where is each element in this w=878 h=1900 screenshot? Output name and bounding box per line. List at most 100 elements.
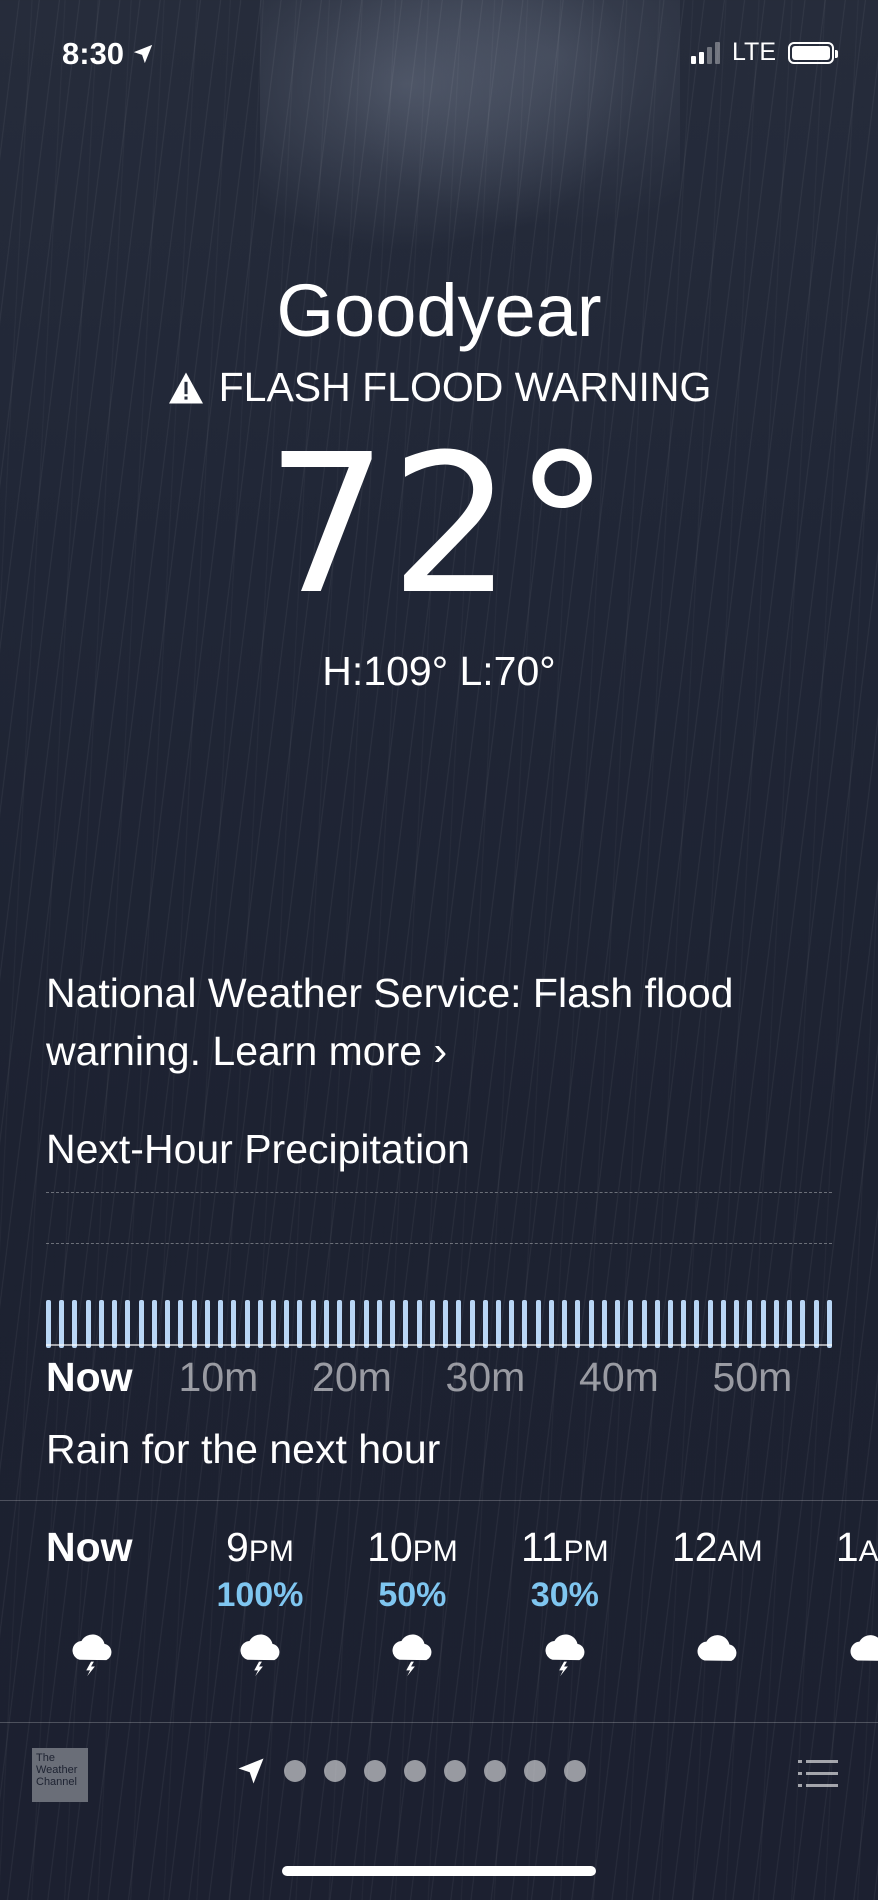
- signal-icon: [691, 41, 720, 64]
- precip-bar: [800, 1300, 806, 1348]
- page-indicator[interactable]: [236, 1756, 586, 1786]
- hour-time-suffix: PM: [563, 1535, 609, 1568]
- precip-bar: [747, 1300, 753, 1348]
- hour-time-value: 9: [226, 1524, 249, 1570]
- precip-bar: [270, 1300, 276, 1348]
- precip-bar: [760, 1300, 766, 1348]
- nws-notice[interactable]: National Weather Service: Flash flood wa…: [46, 964, 846, 1080]
- weather-channel-logo-text: The Weather Channel: [36, 1752, 78, 1788]
- precip-bar: [191, 1300, 197, 1348]
- precip-bar: [601, 1300, 607, 1348]
- precip-bar: [628, 1300, 634, 1348]
- page-dot[interactable]: [404, 1760, 426, 1782]
- precip-bar: [178, 1300, 184, 1348]
- hour-item: 12AM: [641, 1524, 793, 1690]
- precip-bar: [787, 1300, 793, 1348]
- status-indicators: LTE: [691, 38, 838, 67]
- precip-bar: [456, 1300, 462, 1348]
- precip-bar: [826, 1300, 832, 1348]
- precip-baseline: [46, 1344, 832, 1346]
- precip-bar: [694, 1300, 700, 1348]
- precip-bar: [350, 1300, 356, 1348]
- precip-bar: [112, 1300, 118, 1348]
- precip-bar: [535, 1300, 541, 1348]
- precip-bar: [125, 1300, 131, 1348]
- precip-bar: [522, 1300, 528, 1348]
- hour-time-suffix: PM: [412, 1535, 458, 1568]
- precip-bar: [469, 1300, 475, 1348]
- precip-gridline: [46, 1243, 832, 1244]
- weather-channel-logo[interactable]: The Weather Channel: [32, 1748, 88, 1802]
- high-low-temperature: H:109° L:70°: [322, 648, 556, 694]
- precip-bar: [641, 1300, 647, 1348]
- precip-bar: [151, 1300, 157, 1348]
- thunderstorm-icon: [541, 1630, 589, 1690]
- precip-bar: [482, 1300, 488, 1348]
- precip-bar: [257, 1300, 263, 1348]
- precip-bar: [297, 1300, 303, 1348]
- hour-time-value: 10: [367, 1524, 413, 1570]
- precip-bar: [310, 1300, 316, 1348]
- location-arrow-icon: [133, 44, 153, 64]
- precipitation-title: Next-Hour Precipitation: [46, 1126, 470, 1172]
- hour-time-value: 11: [521, 1524, 564, 1570]
- page-dot[interactable]: [324, 1760, 346, 1782]
- page-dot[interactable]: [484, 1760, 506, 1782]
- hourly-forecast[interactable]: Now9PM100%10PM50%11PM30%12AM1AM: [46, 1524, 878, 1690]
- hour-time: 1AM: [836, 1524, 878, 1576]
- network-label: LTE: [732, 38, 776, 66]
- divider: [0, 1500, 878, 1501]
- precip-label-40m: 40m: [579, 1354, 659, 1400]
- cloud-icon: [693, 1630, 741, 1690]
- precip-bar: [773, 1300, 779, 1348]
- precip-bar: [562, 1300, 568, 1348]
- precip-bar: [59, 1300, 65, 1348]
- thunderstorm-icon: [388, 1630, 436, 1690]
- precip-label-20m: 20m: [312, 1354, 392, 1400]
- precip-bar: [98, 1300, 104, 1348]
- precip-bar: [244, 1300, 250, 1348]
- precip-bar: [509, 1300, 515, 1348]
- precip-bar: [376, 1300, 382, 1348]
- list-icon[interactable]: [798, 1758, 838, 1790]
- precip-chance: 30%: [530, 1576, 599, 1614]
- severe-alert[interactable]: FLASH FLOOD WARNING: [0, 364, 878, 411]
- hour-item: Now: [46, 1524, 184, 1690]
- precip-bar: [323, 1300, 329, 1348]
- warning-icon: [168, 372, 203, 403]
- precip-bar: [443, 1300, 449, 1348]
- precip-label-30m: 30m: [445, 1354, 526, 1400]
- precip-time-labels: Now 10m 20m 30m 40m 50m: [46, 1354, 846, 1401]
- status-time-text: 8:30: [62, 36, 125, 71]
- precip-gridline: [46, 1192, 832, 1193]
- page-dot[interactable]: [444, 1760, 466, 1782]
- precip-bar: [85, 1300, 91, 1348]
- hour-item: 1AM: [794, 1524, 878, 1690]
- hour-time-suffix: PM: [248, 1535, 294, 1568]
- divider: [0, 1722, 878, 1723]
- precip-bar: [416, 1300, 422, 1348]
- status-time: 8:30: [62, 36, 154, 72]
- page-dot[interactable]: [524, 1760, 546, 1782]
- precip-bar: [363, 1300, 369, 1348]
- home-indicator[interactable]: [282, 1866, 596, 1876]
- hour-time-value: Now: [46, 1524, 133, 1570]
- precip-bar: [813, 1300, 819, 1348]
- page-dot[interactable]: [364, 1760, 386, 1782]
- precip-bar: [720, 1300, 726, 1348]
- precip-bar: [654, 1300, 660, 1348]
- current-temperature: 72°: [265, 414, 613, 637]
- page-dot[interactable]: [284, 1760, 306, 1782]
- hour-time: Now: [46, 1524, 133, 1576]
- precip-bar: [734, 1300, 740, 1348]
- precip-bar: [588, 1300, 594, 1348]
- learn-more-link[interactable]: Learn more ›: [212, 1028, 447, 1074]
- precip-bar: [615, 1300, 621, 1348]
- page-dot[interactable]: [564, 1760, 586, 1782]
- alert-text: FLASH FLOOD WARNING: [218, 364, 712, 410]
- precip-label-now: Now: [46, 1354, 133, 1400]
- precip-bar: [548, 1300, 554, 1348]
- precip-bar: [337, 1300, 343, 1348]
- precip-bar: [707, 1300, 713, 1348]
- precip-bar: [231, 1300, 237, 1348]
